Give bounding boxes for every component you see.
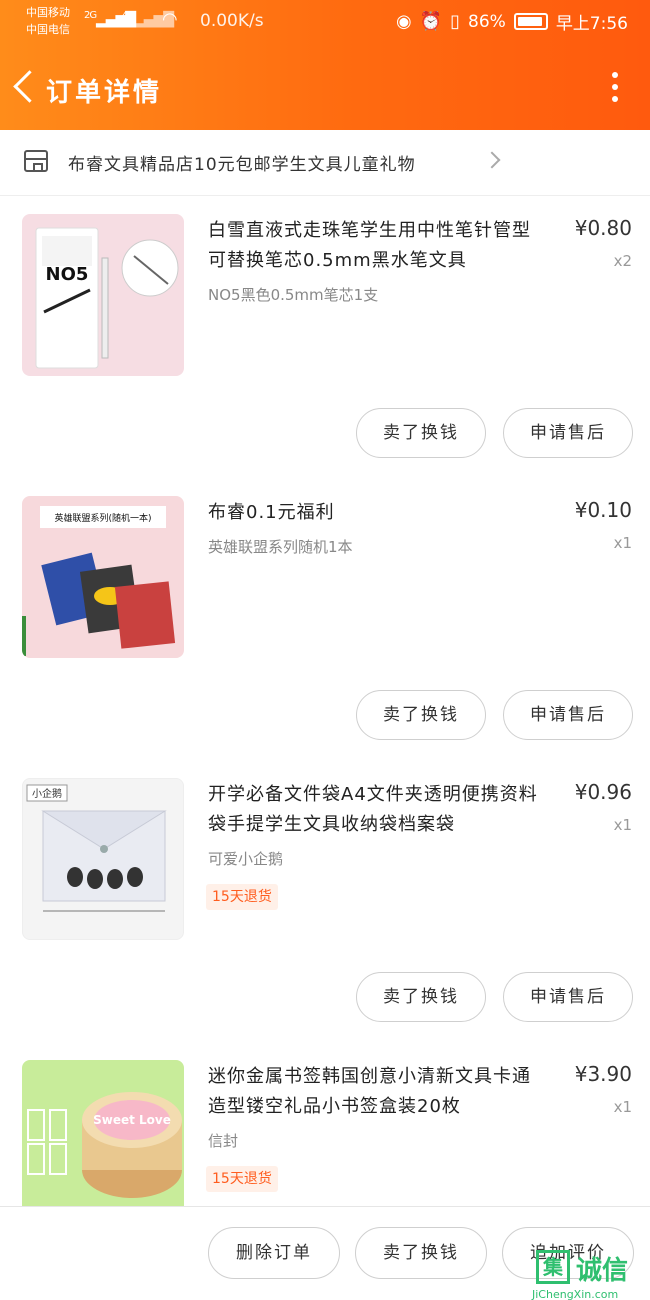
product-price: ¥0.96 <box>574 780 632 804</box>
after-sale-button[interactable]: 申请售后 <box>503 408 633 458</box>
product-quantity: x1 <box>613 1098 632 1116</box>
product-quantity: x1 <box>613 534 632 552</box>
notebook-product-image: 英雄联盟系列(随机一本) <box>22 506 176 656</box>
thumb-label: NO5 <box>46 264 89 285</box>
order-item: NO5 白雪直液式走珠笔学生用中性笔针管型可替换笔芯0.5mm黑水笔文具 NO5… <box>0 196 650 478</box>
carrier-2: 中国电信 <box>26 23 70 36</box>
pen-product-image: NO5 <box>35 227 179 369</box>
after-sale-button[interactable]: 申请售后 <box>503 972 633 1022</box>
return-policy-badge: 15天退货 <box>206 1166 278 1192</box>
thumb-label: Sweet Love <box>93 1113 171 1127</box>
thumb-label: 小企鹅 <box>32 787 62 800</box>
order-item: 小企鹅 开学必备文件袋A4文件夹透明便携资料袋手提学生文具收纳袋档案袋 可爱小企… <box>0 760 650 1042</box>
product-name[interactable]: 迷你金属书签韩国创意小清新文具卡通造型镂空礼品小书签盒装20枚 <box>208 1062 548 1122</box>
product-spec: NO5黑色0.5mm笔芯1支 <box>208 286 379 304</box>
network-speed: 0.00K/s <box>200 11 264 31</box>
product-image[interactable]: NO5 <box>22 214 184 376</box>
product-quantity: x1 <box>613 816 632 834</box>
eye-icon: ◉ <box>395 10 412 32</box>
more-options-icon[interactable] <box>612 72 620 108</box>
product-image[interactable]: 小企鹅 <box>22 778 184 940</box>
watermark-box: 集 <box>536 1250 570 1284</box>
bookmark-product-image: Sweet Love <box>27 1092 182 1198</box>
network-type-2: 4G <box>122 10 135 21</box>
title-bar: 订单详情 <box>0 58 650 118</box>
product-image[interactable]: Sweet Love <box>22 1060 184 1222</box>
product-spec: 信封 <box>208 1132 239 1150</box>
sell-button[interactable]: 卖了换钱 <box>355 1227 487 1279</box>
after-sale-button[interactable]: 申请售后 <box>503 690 633 740</box>
sell-button[interactable]: 卖了换钱 <box>356 690 486 740</box>
order-item: 英雄联盟系列(随机一本) 布睿0.1元福利 英雄联盟系列随机1本 ¥0.10 x… <box>0 478 650 760</box>
thumb-label: 英雄联盟系列(随机一本) <box>54 512 151 524</box>
store-icon <box>24 150 48 172</box>
folder-product-image: 小企鹅 <box>26 784 167 912</box>
status-bar: 中国移动 中国电信 2G ▂▄▆█ 4G ▂▄▆█ ◠ 0.00K/s ◉ ⏰ … <box>0 0 650 44</box>
battery-percent: 86% <box>468 11 506 32</box>
vibrate-icon: ▯ <box>450 10 461 32</box>
product-name[interactable]: 开学必备文件袋A4文件夹透明便携资料袋手提学生文具收纳袋档案袋 <box>208 780 548 840</box>
status-right: ◉ ⏰ ▯ 86% 早上7:56 <box>396 9 628 34</box>
alarm-icon: ⏰ <box>419 10 443 32</box>
back-icon[interactable] <box>10 66 40 110</box>
return-policy-badge: 15天退货 <box>206 884 278 910</box>
header-bar: 中国移动 中国电信 2G ▂▄▆█ 4G ▂▄▆█ ◠ 0.00K/s ◉ ⏰ … <box>0 0 650 130</box>
sell-button[interactable]: 卖了换钱 <box>356 408 486 458</box>
delete-order-button[interactable]: 删除订单 <box>208 1227 340 1279</box>
product-spec: 可爱小企鹅 <box>208 850 284 868</box>
product-name[interactable]: 布睿0.1元福利 <box>208 498 548 528</box>
product-name[interactable]: 白雪直液式走珠笔学生用中性笔针管型可替换笔芯0.5mm黑水笔文具 <box>208 216 548 276</box>
battery-icon <box>513 13 548 30</box>
product-image[interactable]: 英雄联盟系列(随机一本) <box>22 496 184 658</box>
watermark-logo: 集 诚信 JiChengXin.com <box>532 1250 650 1300</box>
wifi-icon: ◠ <box>162 9 178 30</box>
product-price: ¥0.80 <box>574 216 632 240</box>
product-spec: 英雄联盟系列随机1本 <box>208 538 353 556</box>
store-name: 布睿文具精品店10元包邮学生文具儿童礼物 <box>68 155 416 175</box>
carrier-labels: 中国移动 中国电信 <box>26 4 70 38</box>
clock-time: 早上7:56 <box>555 14 628 34</box>
product-price: ¥3.90 <box>574 1062 632 1086</box>
product-quantity: x2 <box>613 252 632 270</box>
network-type-1: 2G <box>84 10 97 21</box>
page-title: 订单详情 <box>46 78 163 108</box>
product-price: ¥0.10 <box>574 498 632 522</box>
store-row[interactable]: 布睿文具精品店10元包邮学生文具儿童礼物 <box>0 130 650 196</box>
sell-button[interactable]: 卖了换钱 <box>356 972 486 1022</box>
carrier-1: 中国移动 <box>26 6 70 19</box>
watermark-url: JiChengXin.com <box>532 1288 619 1300</box>
watermark-text: 诚信 <box>576 1256 629 1286</box>
chevron-right-icon <box>483 151 501 169</box>
